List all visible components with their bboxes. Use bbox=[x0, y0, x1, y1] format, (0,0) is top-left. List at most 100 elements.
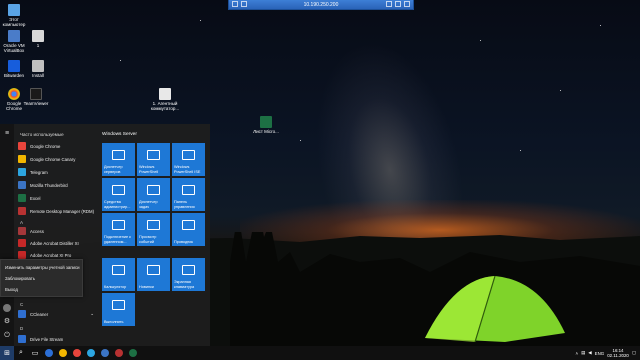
app-label: Access bbox=[30, 228, 44, 234]
volume-icon[interactable]: ◀ bbox=[588, 350, 591, 356]
run-icon bbox=[112, 300, 125, 310]
tile-server-manager[interactable]: Диспетчер серверов bbox=[102, 143, 135, 176]
desktop-icon-label: Лист Micro... bbox=[253, 129, 279, 134]
pin-icon[interactable] bbox=[232, 1, 238, 7]
app-label: Adobe Acrobat Distiller XI bbox=[30, 240, 79, 246]
app-item[interactable]: Google Chrome Canary bbox=[18, 154, 98, 164]
desktop-icon-teamviewer[interactable]: TeamViewer bbox=[22, 88, 50, 106]
tile-label: Просмотр событий bbox=[139, 235, 157, 244]
taskbar-app[interactable] bbox=[98, 346, 112, 360]
chevron-up-icon[interactable]: ˄ bbox=[576, 351, 579, 356]
taskbar-app[interactable] bbox=[84, 346, 98, 360]
remote-host-title: 10.190.250.200 bbox=[303, 1, 339, 8]
admin-tools-icon bbox=[112, 185, 125, 195]
app-item[interactable]: Telegram bbox=[18, 167, 98, 177]
letter-header-c[interactable]: C bbox=[20, 302, 23, 307]
tile-label: Новинки bbox=[139, 284, 154, 289]
letter-header-a[interactable]: A bbox=[20, 220, 23, 225]
tile-powershell[interactable]: Windows PowerShell bbox=[137, 143, 170, 176]
letter-header-d[interactable]: D bbox=[20, 326, 23, 331]
desktop-icon-document[interactable]: 1. Агентный коммутатор... bbox=[148, 88, 182, 111]
tile-on-screen-keyboard[interactable]: Экранная клавиатура bbox=[172, 258, 205, 291]
telegram-icon bbox=[87, 349, 95, 357]
remote-session-bar[interactable]: 10.190.250.200 bbox=[228, 0, 414, 10]
tile-label: Средства администрир... bbox=[104, 200, 131, 209]
chrome-icon bbox=[8, 88, 20, 100]
power-icon[interactable]: ⏻ bbox=[3, 332, 11, 340]
tile-whats-new[interactable]: Новинки bbox=[137, 258, 170, 291]
app-label: Telegram bbox=[30, 169, 48, 175]
app-item[interactable]: Mozilla Thunderbird bbox=[18, 180, 98, 190]
tile-control-panel[interactable]: Панель управления bbox=[172, 178, 205, 211]
tile-label: Панель управления bbox=[174, 200, 195, 209]
account-settings-item[interactable]: Изменить параметры учетной записи bbox=[5, 265, 80, 270]
tile-event-viewer[interactable]: Просмотр событий bbox=[137, 213, 170, 246]
tile-remote-desktop[interactable]: Подключение к удаленном... bbox=[102, 213, 135, 246]
tile-calculator[interactable]: Калькулятор bbox=[102, 258, 135, 291]
desktop-icon-install[interactable]: Install bbox=[24, 60, 52, 78]
system-tray: ˄ ▤ ◀ ENG 16:14 02.11.2020 ▢ bbox=[576, 346, 636, 360]
taskbar-app[interactable] bbox=[70, 346, 84, 360]
network-icon[interactable]: ▤ bbox=[581, 350, 585, 356]
language-indicator[interactable]: ENG bbox=[595, 351, 605, 356]
hamburger-icon[interactable]: ≡ bbox=[3, 130, 11, 138]
clock[interactable]: 16:14 02.11.2020 bbox=[607, 348, 629, 358]
thunderbird-icon bbox=[18, 181, 26, 189]
tile-admin-tools[interactable]: Средства администрир... bbox=[102, 178, 135, 211]
keyboard-icon bbox=[182, 265, 195, 275]
computer-icon bbox=[8, 4, 20, 16]
app-item[interactable]: Remote Desktop Manager (RDM) bbox=[18, 206, 98, 216]
app-item[interactable]: CCleaner ⌄ bbox=[18, 309, 98, 319]
tile-powershell-ise[interactable]: Windows PowerShell ISE bbox=[172, 143, 205, 176]
desktop-icon-excel-sheet[interactable]: Лист Micro... bbox=[252, 116, 280, 134]
notifications-icon[interactable]: ▢ bbox=[632, 350, 636, 356]
app-label: Google Chrome bbox=[30, 143, 61, 149]
tile-label: Проводник bbox=[174, 239, 194, 244]
app-item[interactable]: Drive File Stream bbox=[18, 334, 98, 344]
chevron-down-icon[interactable]: ⌄ bbox=[90, 311, 94, 317]
virtualbox-icon bbox=[8, 30, 20, 42]
folder-icon bbox=[182, 220, 195, 230]
app-item[interactable]: Adobe Acrobat Distiller XI bbox=[18, 238, 98, 248]
sign-out-item[interactable]: Выход bbox=[5, 287, 18, 292]
windows-start-icon[interactable]: ⊞ bbox=[0, 346, 14, 360]
tile-label: Экранная клавиатура bbox=[174, 280, 195, 289]
user-avatar-icon[interactable] bbox=[3, 304, 11, 312]
restore-icon[interactable] bbox=[395, 1, 401, 7]
tile-label: Диспетчер серверов bbox=[104, 165, 123, 174]
tile-label: Калькулятор bbox=[104, 284, 127, 289]
calculator-icon bbox=[112, 265, 125, 275]
app-item[interactable]: Access bbox=[18, 226, 98, 236]
tile-task-manager[interactable]: Диспетчер задач bbox=[137, 178, 170, 211]
desktop-icon-label: Этот компьютер bbox=[2, 17, 26, 27]
tile-explorer[interactable]: Проводник bbox=[172, 213, 205, 246]
excel-icon bbox=[129, 349, 137, 357]
desktop-icon-label: 1 bbox=[36, 43, 40, 48]
glowing-tent bbox=[425, 275, 565, 343]
close-icon[interactable] bbox=[404, 1, 410, 7]
signal-icon bbox=[241, 1, 247, 7]
gear-icon[interactable]: ⚙ bbox=[3, 318, 11, 326]
account-popup: Изменить параметры учетной записи Заблок… bbox=[0, 259, 83, 297]
app-label: Google Chrome Canary bbox=[30, 156, 76, 162]
telegram-icon bbox=[18, 168, 26, 176]
taskbar-app[interactable] bbox=[42, 346, 56, 360]
desktop-icon-this-pc[interactable]: Этот компьютер bbox=[0, 4, 28, 27]
app-item[interactable]: Google Chrome bbox=[18, 141, 98, 151]
explorer-icon bbox=[59, 349, 67, 357]
tile-run[interactable]: Выполнить bbox=[102, 293, 135, 326]
taskbar-app[interactable] bbox=[112, 346, 126, 360]
taskbar-app[interactable] bbox=[56, 346, 70, 360]
start-menu-rail: ≡ ⚙ ⏻ bbox=[0, 124, 14, 346]
tiles-panel: Windows Server Диспетчер серверов Window… bbox=[98, 124, 210, 346]
taskbar-app[interactable] bbox=[126, 346, 140, 360]
app-label: Adobe Acrobat XI Pro bbox=[30, 252, 72, 258]
minimize-icon[interactable] bbox=[386, 1, 392, 7]
app-item[interactable]: Excel bbox=[18, 193, 98, 203]
search-icon[interactable]: ⌕ bbox=[14, 346, 28, 360]
remote-desktop-icon bbox=[112, 220, 125, 230]
lock-item[interactable]: Заблокировать bbox=[5, 276, 35, 281]
task-view-icon[interactable]: ▭ bbox=[28, 346, 42, 360]
rdm-icon bbox=[18, 207, 26, 215]
desktop-icon-folder-1[interactable]: 1 bbox=[24, 30, 52, 48]
